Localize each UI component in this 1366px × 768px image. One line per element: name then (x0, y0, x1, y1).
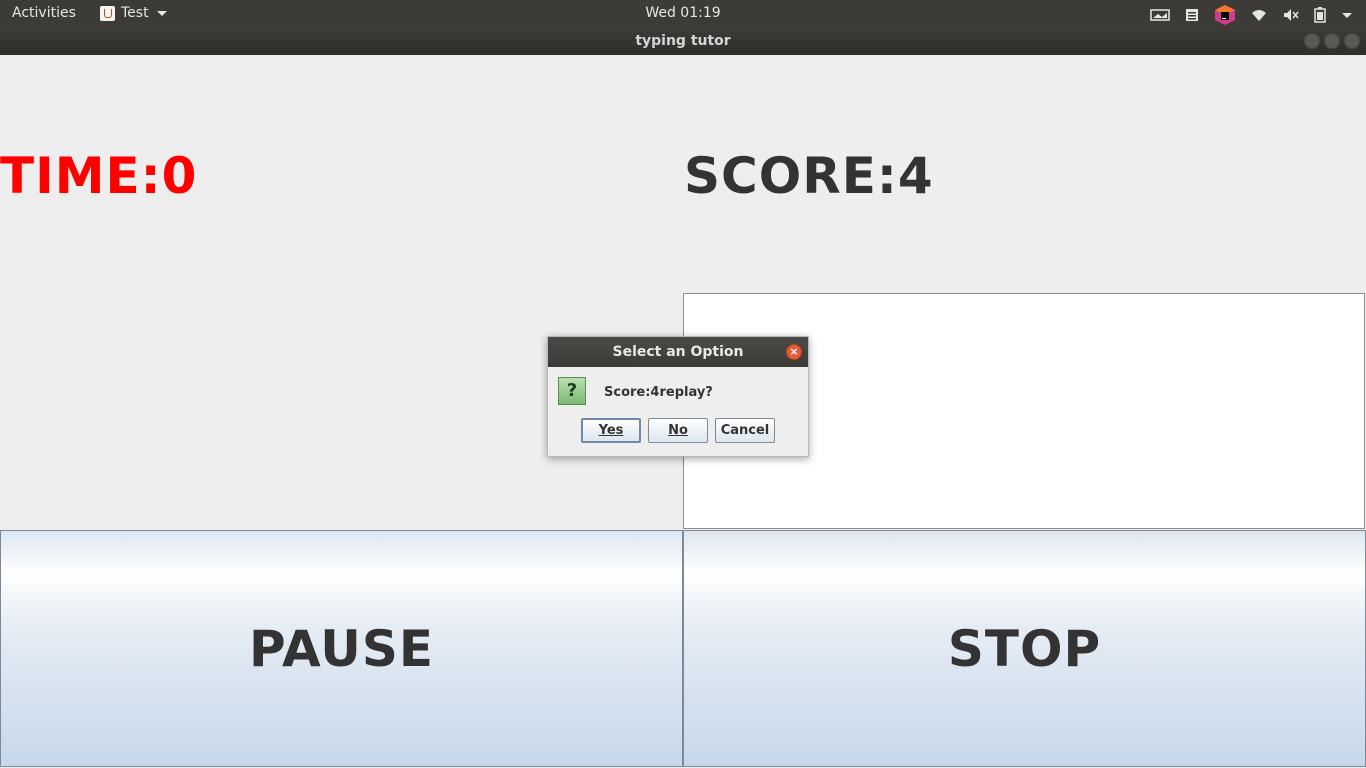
no-button[interactable]: No (648, 418, 708, 443)
dialog-title: Select an Option (612, 344, 744, 360)
time-label: TIME:0 (0, 147, 198, 205)
system-tray (1150, 4, 1352, 26)
volume-muted-icon[interactable] (1282, 7, 1300, 23)
option-dialog: Select an Option × ? Score:4replay? Yes … (547, 336, 809, 457)
maximize-icon[interactable] (1324, 33, 1340, 49)
jetbrains-icon[interactable] (1214, 4, 1236, 26)
window-controls (1304, 33, 1360, 49)
dialog-close-icon[interactable]: × (786, 344, 802, 360)
no-button-label: No (668, 423, 688, 438)
minimize-icon[interactable] (1304, 33, 1320, 49)
score-label: SCORE:4 (684, 147, 934, 205)
yes-button[interactable]: Yes (581, 418, 641, 443)
stop-button[interactable]: STOP (683, 530, 1366, 767)
top-bar: Activities Test Wed 01:19 (0, 0, 1366, 27)
cancel-button[interactable]: Cancel (715, 418, 775, 443)
dialog-message: Score:4replay? (604, 385, 713, 400)
question-icon: ? (558, 377, 586, 405)
dialog-titlebar: Select an Option × (548, 337, 808, 367)
window-titlebar: typing tutor (0, 27, 1366, 55)
wifi-icon[interactable] (1250, 7, 1268, 23)
battery-icon[interactable] (1314, 7, 1326, 23)
pause-button[interactable]: PAUSE (0, 530, 683, 767)
close-icon[interactable] (1344, 33, 1360, 49)
yes-button-label: Yes (598, 423, 624, 438)
notes-icon[interactable] (1184, 7, 1200, 23)
screen-icon[interactable] (1150, 7, 1170, 23)
window-title: typing tutor (635, 33, 731, 49)
system-menu-caret-icon[interactable] (1342, 12, 1352, 18)
